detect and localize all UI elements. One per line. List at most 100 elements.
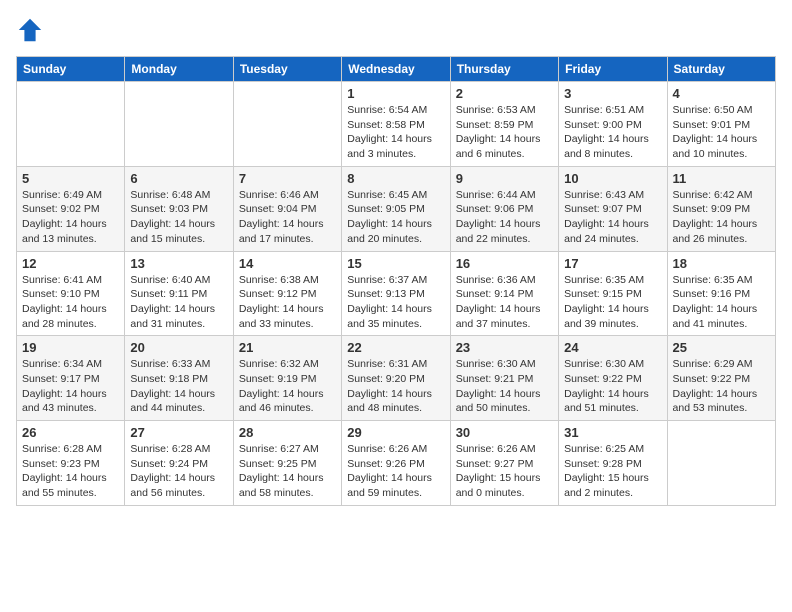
day-number: 6 <box>130 171 227 186</box>
day-info: Sunrise: 6:35 AM Sunset: 9:16 PM Dayligh… <box>673 273 770 332</box>
day-info: Sunrise: 6:41 AM Sunset: 9:10 PM Dayligh… <box>22 273 119 332</box>
calendar-week-5: 26 Sunrise: 6:28 AM Sunset: 9:23 PM Dayli… <box>17 421 776 506</box>
day-info: Sunrise: 6:49 AM Sunset: 9:02 PM Dayligh… <box>22 188 119 247</box>
day-info: Sunrise: 6:27 AM Sunset: 9:25 PM Dayligh… <box>239 442 336 501</box>
day-number: 19 <box>22 340 119 355</box>
header <box>16 16 776 44</box>
calendar-header-wednesday: Wednesday <box>342 57 450 82</box>
calendar-cell: 29 Sunrise: 6:26 AM Sunset: 9:26 PM Dayli… <box>342 421 450 506</box>
day-info: Sunrise: 6:26 AM Sunset: 9:26 PM Dayligh… <box>347 442 444 501</box>
day-info: Sunrise: 6:28 AM Sunset: 9:23 PM Dayligh… <box>22 442 119 501</box>
calendar-cell: 13 Sunrise: 6:40 AM Sunset: 9:11 PM Dayli… <box>125 251 233 336</box>
calendar-cell: 8Sunrise: 6:45 AM Sunset: 9:05 PM Daylig… <box>342 166 450 251</box>
day-info: Sunrise: 6:43 AM Sunset: 9:07 PM Dayligh… <box>564 188 661 247</box>
calendar-cell: 5 Sunrise: 6:49 AM Sunset: 9:02 PM Daylig… <box>17 166 125 251</box>
day-info: Sunrise: 6:40 AM Sunset: 9:11 PM Dayligh… <box>130 273 227 332</box>
calendar-week-4: 19 Sunrise: 6:34 AM Sunset: 9:17 PM Dayli… <box>17 336 776 421</box>
calendar-cell: 18 Sunrise: 6:35 AM Sunset: 9:16 PM Dayli… <box>667 251 775 336</box>
calendar-cell: 15 Sunrise: 6:37 AM Sunset: 9:13 PM Dayli… <box>342 251 450 336</box>
calendar-header-sunday: Sunday <box>17 57 125 82</box>
calendar-cell: 19 Sunrise: 6:34 AM Sunset: 9:17 PM Dayli… <box>17 336 125 421</box>
day-number: 17 <box>564 256 661 271</box>
day-number: 25 <box>673 340 770 355</box>
day-info: Sunrise: 6:28 AM Sunset: 9:24 PM Dayligh… <box>130 442 227 501</box>
day-number: 15 <box>347 256 444 271</box>
day-info: Sunrise: 6:48 AM Sunset: 9:03 PM Dayligh… <box>130 188 227 247</box>
calendar-cell: 11 Sunrise: 6:42 AM Sunset: 9:09 PM Dayli… <box>667 166 775 251</box>
calendar-cell <box>233 82 341 167</box>
calendar-cell: 23Sunrise: 6:30 AM Sunset: 9:21 PM Dayli… <box>450 336 558 421</box>
calendar-cell: 28 Sunrise: 6:27 AM Sunset: 9:25 PM Dayli… <box>233 421 341 506</box>
day-info: Sunrise: 6:29 AM Sunset: 9:22 PM Dayligh… <box>673 357 770 416</box>
day-number: 31 <box>564 425 661 440</box>
day-number: 1 <box>347 86 444 101</box>
day-number: 12 <box>22 256 119 271</box>
logo-icon <box>16 16 44 44</box>
day-info: Sunrise: 6:38 AM Sunset: 9:12 PM Dayligh… <box>239 273 336 332</box>
day-number: 5 <box>22 171 119 186</box>
day-number: 21 <box>239 340 336 355</box>
day-info: Sunrise: 6:45 AM Sunset: 9:05 PM Dayligh… <box>347 188 444 247</box>
day-number: 30 <box>456 425 553 440</box>
day-info: Sunrise: 6:44 AM Sunset: 9:06 PM Dayligh… <box>456 188 553 247</box>
calendar-cell: 4Sunrise: 6:50 AM Sunset: 9:01 PM Daylig… <box>667 82 775 167</box>
calendar-header-thursday: Thursday <box>450 57 558 82</box>
calendar-cell: 6 Sunrise: 6:48 AM Sunset: 9:03 PM Daylig… <box>125 166 233 251</box>
day-number: 2 <box>456 86 553 101</box>
calendar-cell: 14 Sunrise: 6:38 AM Sunset: 9:12 PM Dayli… <box>233 251 341 336</box>
day-info: Sunrise: 6:53 AM Sunset: 8:59 PM Dayligh… <box>456 103 553 162</box>
day-info: Sunrise: 6:25 AM Sunset: 9:28 PM Dayligh… <box>564 442 661 501</box>
day-info: Sunrise: 6:31 AM Sunset: 9:20 PM Dayligh… <box>347 357 444 416</box>
day-info: Sunrise: 6:46 AM Sunset: 9:04 PM Dayligh… <box>239 188 336 247</box>
day-info: Sunrise: 6:50 AM Sunset: 9:01 PM Dayligh… <box>673 103 770 162</box>
calendar-cell <box>125 82 233 167</box>
day-info: Sunrise: 6:26 AM Sunset: 9:27 PM Dayligh… <box>456 442 553 501</box>
day-number: 9 <box>456 171 553 186</box>
calendar-cell: 17 Sunrise: 6:35 AM Sunset: 9:15 PM Dayli… <box>559 251 667 336</box>
day-number: 26 <box>22 425 119 440</box>
day-number: 11 <box>673 171 770 186</box>
calendar-cell: 27 Sunrise: 6:28 AM Sunset: 9:24 PM Dayli… <box>125 421 233 506</box>
day-info: Sunrise: 6:42 AM Sunset: 9:09 PM Dayligh… <box>673 188 770 247</box>
day-number: 29 <box>347 425 444 440</box>
calendar-cell: 12 Sunrise: 6:41 AM Sunset: 9:10 PM Dayli… <box>17 251 125 336</box>
day-number: 3 <box>564 86 661 101</box>
day-number: 23 <box>456 340 553 355</box>
day-info: Sunrise: 6:34 AM Sunset: 9:17 PM Dayligh… <box>22 357 119 416</box>
day-number: 7 <box>239 171 336 186</box>
day-info: Sunrise: 6:37 AM Sunset: 9:13 PM Dayligh… <box>347 273 444 332</box>
calendar-week-2: 5 Sunrise: 6:49 AM Sunset: 9:02 PM Daylig… <box>17 166 776 251</box>
calendar-cell: 2 Sunrise: 6:53 AM Sunset: 8:59 PM Daylig… <box>450 82 558 167</box>
day-info: Sunrise: 6:30 AM Sunset: 9:22 PM Dayligh… <box>564 357 661 416</box>
calendar-cell: 7 Sunrise: 6:46 AM Sunset: 9:04 PM Daylig… <box>233 166 341 251</box>
day-number: 10 <box>564 171 661 186</box>
calendar-cell: 24 Sunrise: 6:30 AM Sunset: 9:22 PM Dayli… <box>559 336 667 421</box>
calendar-cell: 30 Sunrise: 6:26 AM Sunset: 9:27 PM Dayli… <box>450 421 558 506</box>
calendar-cell: 3 Sunrise: 6:51 AM Sunset: 9:00 PM Daylig… <box>559 82 667 167</box>
calendar-cell: 31 Sunrise: 6:25 AM Sunset: 9:28 PM Dayli… <box>559 421 667 506</box>
day-info: Sunrise: 6:51 AM Sunset: 9:00 PM Dayligh… <box>564 103 661 162</box>
calendar-cell <box>17 82 125 167</box>
day-number: 28 <box>239 425 336 440</box>
calendar-header-tuesday: Tuesday <box>233 57 341 82</box>
day-info: Sunrise: 6:36 AM Sunset: 9:14 PM Dayligh… <box>456 273 553 332</box>
day-number: 27 <box>130 425 227 440</box>
calendar-week-1: 1Sunrise: 6:54 AM Sunset: 8:58 PM Daylig… <box>17 82 776 167</box>
calendar: SundayMondayTuesdayWednesdayThursdayFrid… <box>16 56 776 506</box>
calendar-cell: 22 Sunrise: 6:31 AM Sunset: 9:20 PM Dayli… <box>342 336 450 421</box>
day-number: 18 <box>673 256 770 271</box>
day-info: Sunrise: 6:35 AM Sunset: 9:15 PM Dayligh… <box>564 273 661 332</box>
day-number: 22 <box>347 340 444 355</box>
day-number: 24 <box>564 340 661 355</box>
calendar-cell: 20Sunrise: 6:33 AM Sunset: 9:18 PM Dayli… <box>125 336 233 421</box>
calendar-cell: 21 Sunrise: 6:32 AM Sunset: 9:19 PM Dayli… <box>233 336 341 421</box>
day-number: 14 <box>239 256 336 271</box>
day-number: 13 <box>130 256 227 271</box>
day-info: Sunrise: 6:32 AM Sunset: 9:19 PM Dayligh… <box>239 357 336 416</box>
logo <box>16 16 48 44</box>
calendar-cell: 16 Sunrise: 6:36 AM Sunset: 9:14 PM Dayli… <box>450 251 558 336</box>
calendar-header-row: SundayMondayTuesdayWednesdayThursdayFrid… <box>17 57 776 82</box>
calendar-header-saturday: Saturday <box>667 57 775 82</box>
calendar-cell: 9 Sunrise: 6:44 AM Sunset: 9:06 PM Daylig… <box>450 166 558 251</box>
day-number: 16 <box>456 256 553 271</box>
